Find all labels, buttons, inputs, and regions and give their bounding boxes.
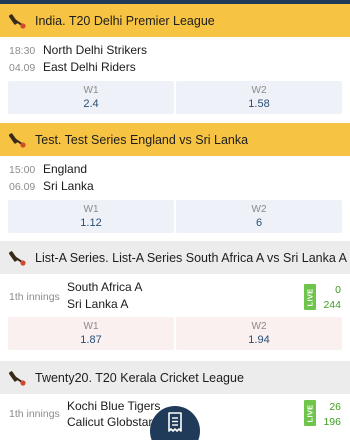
team-home: North Delhi Strikers bbox=[43, 43, 148, 57]
league-header[interactable]: India. T20 Delhi Premier League bbox=[0, 4, 350, 37]
league-header[interactable]: Test. Test Series England vs Sri Lanka bbox=[0, 123, 350, 156]
odds-button-w1[interactable]: W1 1.87 bbox=[8, 317, 174, 350]
league-header[interactable]: List-A Series. List-A Series South Afric… bbox=[0, 241, 350, 274]
league-header[interactable]: Twenty20. T20 Kerala Cricket League bbox=[0, 361, 350, 394]
odds-button-w1[interactable]: W1 2.4 bbox=[8, 81, 174, 114]
league-title: Test. Test Series England vs Sri Lanka bbox=[35, 132, 249, 147]
cricket-bat-icon bbox=[9, 370, 26, 386]
score-away: 196 bbox=[323, 416, 341, 428]
odds-label: W2 bbox=[251, 320, 267, 332]
cricket-bat-icon bbox=[9, 132, 26, 148]
odds-button-w2[interactable]: W2 1.58 bbox=[176, 81, 342, 114]
innings-label: 1th innings bbox=[9, 291, 60, 303]
team-away: Sri Lanka A bbox=[67, 297, 129, 311]
odds-value: 2.4 bbox=[83, 97, 99, 110]
odds-label: W2 bbox=[251, 203, 267, 215]
odds-row: W1 2.4 W2 1.58 bbox=[8, 81, 342, 114]
odds-value: 1.12 bbox=[80, 216, 102, 229]
odds-label: W1 bbox=[83, 320, 99, 332]
odds-row: W1 1.87 W2 1.94 bbox=[8, 317, 342, 350]
cricket-bat-icon bbox=[9, 250, 26, 266]
odds-value: 1.58 bbox=[248, 97, 270, 110]
odds-value: 6 bbox=[255, 216, 263, 229]
odds-label: W2 bbox=[251, 84, 267, 96]
live-badge: LIVE bbox=[304, 400, 316, 426]
live-badge: LIVE bbox=[304, 284, 316, 310]
match-date: 06.09 bbox=[9, 181, 36, 193]
team-away: Calicut Globstars bbox=[67, 415, 159, 429]
cricket-bat-icon bbox=[9, 13, 26, 29]
match-time: 18:30 bbox=[9, 45, 36, 57]
league-title: India. T20 Delhi Premier League bbox=[35, 13, 215, 28]
match-date: 04.09 bbox=[9, 62, 36, 74]
odds-row: W1 1.12 W2 6 bbox=[8, 200, 342, 233]
team-home: Kochi Blue Tigers bbox=[67, 399, 161, 413]
match-time: 15:00 bbox=[9, 164, 36, 176]
odds-button-w1[interactable]: W1 1.12 bbox=[8, 200, 174, 233]
team-away: East Delhi Riders bbox=[43, 60, 136, 74]
team-home: England bbox=[43, 162, 88, 176]
odds-label: W1 bbox=[83, 203, 99, 215]
odds-label: W1 bbox=[83, 84, 99, 96]
score-home: 26 bbox=[329, 401, 341, 413]
odds-value: 1.87 bbox=[80, 333, 102, 346]
odds-value: 1.94 bbox=[248, 333, 270, 346]
bet-slip-icon bbox=[168, 412, 182, 432]
odds-button-w2[interactable]: W2 6 bbox=[176, 200, 342, 233]
team-away: Sri Lanka bbox=[43, 179, 94, 193]
odds-button-w2[interactable]: W2 1.94 bbox=[176, 317, 342, 350]
score-home: 0 bbox=[335, 284, 341, 296]
innings-label: 1th innings bbox=[9, 408, 60, 420]
league-title: List-A Series. List-A Series South Afric… bbox=[35, 250, 347, 265]
team-home: South Africa A bbox=[67, 280, 143, 294]
score-away: 244 bbox=[323, 299, 341, 311]
league-title: Twenty20. T20 Kerala Cricket League bbox=[35, 370, 244, 385]
